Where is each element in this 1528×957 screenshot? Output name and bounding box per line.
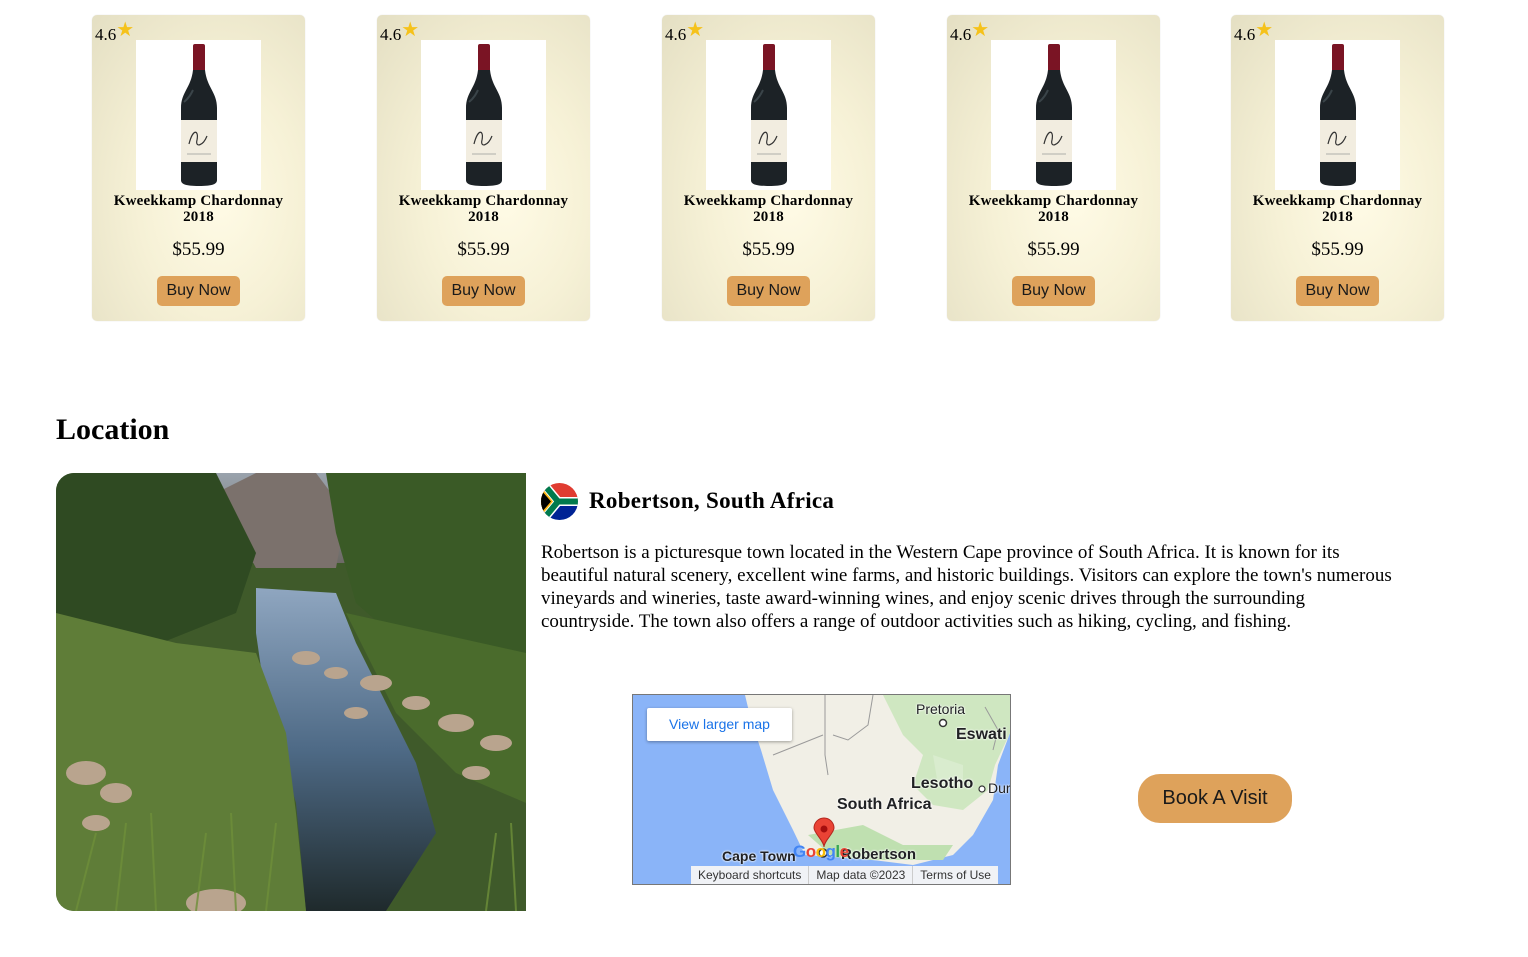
view-larger-map-link[interactable]: View larger map: [647, 708, 792, 741]
product-card: 4.6★ Kweekkamp Chardonnay 2018 $55.99 Buy…: [1231, 15, 1444, 321]
product-carousel: 4.6★ Kweekkamp Chardonnay 2018 $55.99 Buy…: [0, 15, 1528, 322]
product-year: 2018: [1322, 209, 1353, 225]
product-price: $55.99: [742, 239, 795, 260]
star-icon: ★: [401, 19, 420, 41]
product-rating: 4.6★: [665, 19, 705, 44]
product-year: 2018: [183, 209, 214, 225]
product-price: $55.99: [1311, 239, 1364, 260]
wine-bottle-image: [136, 40, 261, 190]
product-rating: 4.6★: [950, 19, 990, 44]
book-a-visit-button[interactable]: Book A Visit: [1138, 774, 1292, 823]
product-year: 2018: [753, 209, 784, 225]
map-label-robertson: Robertson: [841, 846, 916, 863]
town-description: Robertson is a picturesque town located …: [541, 542, 1392, 632]
star-icon: ★: [686, 19, 705, 41]
buy-now-button[interactable]: Buy Now: [1296, 276, 1379, 306]
map-label-cape-town: Cape Town: [722, 848, 796, 864]
star-icon: ★: [1255, 19, 1274, 41]
map-label-south-africa: South Africa: [837, 796, 932, 813]
town-name: Robertson, South Africa: [589, 488, 835, 513]
terms-of-use-link[interactable]: Terms of Use: [912, 866, 998, 884]
buy-now-button[interactable]: Buy Now: [442, 276, 525, 306]
star-icon: ★: [971, 19, 990, 41]
river-landscape-image: [56, 473, 526, 911]
google-logo: Google: [793, 842, 849, 861]
buy-now-button[interactable]: Buy Now: [1012, 276, 1095, 306]
wine-bottle-image: [991, 40, 1116, 190]
product-card: 4.6★ Kweekkamp Chardonnay 2018 $55.99 Buy…: [92, 15, 305, 321]
product-year: 2018: [1038, 209, 1069, 225]
buy-now-button[interactable]: Buy Now: [727, 276, 810, 306]
keyboard-shortcuts-link[interactable]: Keyboard shortcuts: [691, 866, 808, 884]
product-rating: 4.6★: [1234, 19, 1274, 44]
map-label-pretoria: Pretoria: [916, 701, 966, 717]
product-name: Kweekkamp Chardonnay 2018: [398, 193, 569, 225]
map-label-eswatini: Eswati: [956, 726, 1007, 743]
google-map-embed[interactable]: View larger map Pretoria Eswati Lesotho …: [632, 694, 1011, 885]
product-name: Kweekkamp Chardonnay 2018: [968, 193, 1139, 225]
product-name: Kweekkamp Chardonnay 2018: [1252, 193, 1423, 225]
product-rating: 4.6★: [95, 19, 135, 44]
product-name: Kweekkamp Chardonnay 2018: [113, 193, 284, 225]
map-data-label: Map data ©2023: [808, 866, 912, 884]
location-heading: Location: [56, 413, 170, 446]
wine-bottle-image: [706, 40, 831, 190]
star-icon: ★: [116, 19, 135, 41]
map-label-lesotho: Lesotho: [911, 775, 974, 792]
product-card: 4.6★ Kweekkamp Chardonnay 2018 $55.99 Buy…: [947, 15, 1160, 321]
product-year: 2018: [468, 209, 499, 225]
map-label-durban: Dur: [988, 780, 1011, 796]
wine-bottle-image: [1275, 40, 1400, 190]
product-card: 4.6★ Kweekkamp Chardonnay 2018 $55.99 Buy…: [377, 15, 590, 321]
south-africa-flag-icon: [541, 483, 578, 520]
product-name: Kweekkamp Chardonnay 2018: [683, 193, 854, 225]
buy-now-button[interactable]: Buy Now: [157, 276, 240, 306]
product-card: 4.6★ Kweekkamp Chardonnay 2018 $55.99 Buy…: [662, 15, 875, 321]
map-footer: Keyboard shortcuts Map data ©2023 Terms …: [691, 866, 998, 884]
product-price: $55.99: [457, 239, 510, 260]
product-rating: 4.6★: [380, 19, 420, 44]
wine-bottle-image: [421, 40, 546, 190]
product-price: $55.99: [1027, 239, 1080, 260]
product-price: $55.99: [172, 239, 225, 260]
